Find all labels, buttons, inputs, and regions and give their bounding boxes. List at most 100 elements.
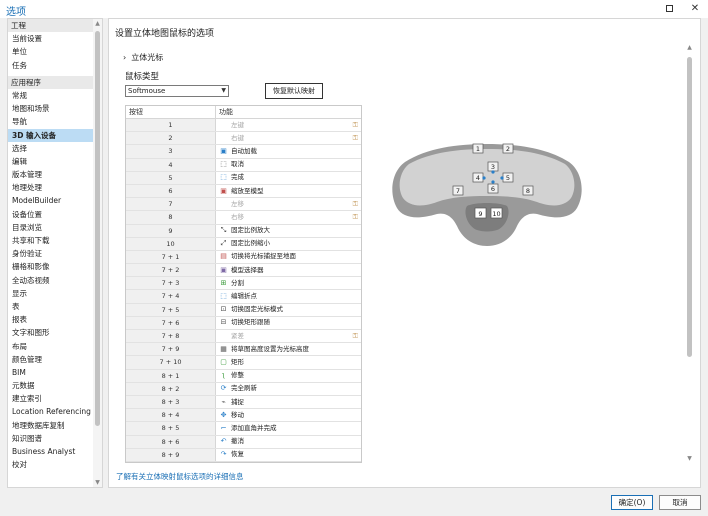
mouse-type-select[interactable]: Softmouse ▼ [125,85,229,97]
table-row[interactable]: 7 + 10 ▢ 矩形 [126,356,361,370]
table-row[interactable]: 7 + 6 ⊟ 切换矩形跟随 [126,316,361,330]
maximize-button[interactable] [662,2,676,16]
function-cell[interactable]: ✥ 移动 [216,409,361,421]
panel-scrollbar[interactable]: ▲ ▼ [685,43,694,463]
scroll-down-icon[interactable]: ▼ [685,454,694,463]
restore-default-mapping-button[interactable]: 恢复默认映射 [265,83,323,99]
table-row[interactable]: 8 + 4 ✥ 移动 [126,409,361,423]
button-cell: 1 [126,119,216,132]
function-cell[interactable]: ⤢ 固定比例缩小 [216,238,361,250]
sidebar-item[interactable]: 地图和场景 [8,102,94,115]
table-row[interactable]: 7 + 1 ▤ 切换将光标捕捉至地面 [126,250,361,265]
table-row[interactable]: 7 + 2 ▣ 模型选择器 [126,264,361,278]
function-cell[interactable]: ʅ 修整 [216,370,361,382]
function-cell[interactable]: ▦ 将草图高度设置为光标高度 [216,343,361,355]
function-cell[interactable]: ⌐ 添加直角并完成 [216,422,361,434]
table-row[interactable]: 6 ▣ 缩放至模型 [126,184,361,199]
sidebar-item[interactable]: 单位 [8,45,94,58]
sidebar-item[interactable]: 任务 [8,59,94,72]
sidebar-item[interactable]: 栅格和影像 [8,260,94,273]
function-cell[interactable]: ⬚ 编辑折点 [216,290,361,302]
sidebar-item[interactable]: 导航 [8,115,94,128]
cancel-icon: ⬚ [220,160,227,169]
sidebar-item[interactable]: 共享和下载 [8,234,94,247]
table-row[interactable]: 4 ⬚ 取消 [126,158,361,172]
function-label: 右移 [231,212,244,221]
function-cell[interactable]: ⊡ 切换固定光标模式 [216,304,361,316]
sidebar-item[interactable]: Business Analyst [8,445,94,458]
function-cell[interactable]: ▢ 矩形 [216,356,361,368]
sidebar-item[interactable]: 表 [8,300,94,313]
table-row[interactable]: 7 + 4 ⬚ 编辑折点 [126,290,361,304]
function-cell[interactable]: ⊞ 分割 [216,277,361,289]
function-cell[interactable]: ⤡ 固定比例放大 [216,225,361,237]
sidebar-item[interactable]: 文字和图形 [8,326,94,339]
help-link[interactable]: 了解有关立体映射鼠标选项的详细信息 [116,471,244,482]
sidebar-item[interactable]: 目录浏览 [8,221,94,234]
nav-scrollbar[interactable]: ▲ ▼ [93,19,102,487]
table-row[interactable]: 8 + 3 ⌁ 捕捉 [126,395,361,410]
table-row[interactable]: 7 左移 ⚿ [126,198,361,212]
function-cell[interactable]: ⌁ 捕捉 [216,396,361,408]
function-cell[interactable]: ▤ 切换将光标捕捉至地面 [216,251,361,263]
sidebar-item[interactable]: 全动态视频 [8,274,94,287]
table-row[interactable]: 7 + 8 紧差 ⚿ [126,330,361,344]
table-row[interactable]: 1 左键 ⚿ [126,119,361,133]
sidebar-item[interactable]: 建立索引 [8,392,94,405]
ok-button[interactable]: 确定(O) [611,495,653,510]
table-row[interactable]: 8 + 6 ↶ 撤消 [126,435,361,449]
sidebar-item[interactable]: 颜色管理 [8,353,94,366]
sidebar-item[interactable]: 报表 [8,313,94,326]
sidebar-item[interactable]: 编辑 [8,155,94,168]
sidebar-item[interactable]: 选择 [8,142,94,155]
function-cell[interactable]: ⬚ 完成 [216,172,361,184]
maximize-icon [665,5,673,12]
close-button[interactable]: ✕ [688,2,702,16]
table-row[interactable]: 10 ⤢ 固定比例缩小 [126,237,361,251]
table-row[interactable]: 8 + 5 ⌐ 添加直角并完成 [126,422,361,436]
cancel-button[interactable]: 取消 [659,495,701,510]
function-cell[interactable]: ▣ 模型选择器 [216,264,361,276]
panel-scroll-thumb[interactable] [687,57,692,357]
sidebar-item[interactable]: Location Referencing [8,405,94,418]
sidebar-item[interactable]: 当前设置 [8,32,94,45]
sidebar-item[interactable]: 布局 [8,340,94,353]
nav-scroll-thumb[interactable] [95,31,100,426]
sidebar-item[interactable]: 常规 [8,89,94,102]
table-row[interactable]: 5 ⬚ 完成 [126,171,361,185]
sidebar-item[interactable]: BIM [8,366,94,379]
table-row[interactable]: 7 + 5 ⊡ 切换固定光标模式 [126,303,361,317]
table-row[interactable]: 8 + 1 ʅ 修整 [126,369,361,383]
table-row[interactable]: 7 + 3 ⊞ 分割 [126,277,361,291]
function-cell[interactable]: ⬚ 取消 [216,159,361,171]
table-row[interactable]: 8 + 9 ↷ 恢复 [126,448,361,462]
function-cell[interactable]: ▣ 缩放至模型 [216,185,361,197]
sidebar-item[interactable]: 知识图谱 [8,432,94,445]
table-row[interactable]: 8 + 2 ⟳ 完全刷新 [126,382,361,396]
table-row[interactable]: 3 ▣ 自动加载 [126,145,361,159]
scroll-up-icon[interactable]: ▲ [685,43,694,52]
sidebar-item[interactable]: 身份验证 [8,247,94,260]
sidebar-item[interactable]: 地理处理 [8,181,94,194]
sidebar-item[interactable]: 设备位置 [8,208,94,221]
function-cell[interactable]: ⊟ 切换矩形跟随 [216,317,361,329]
sidebar-item[interactable]: 地理数据库复制 [8,419,94,432]
scroll-down-icon[interactable]: ▼ [93,478,102,487]
function-cell[interactable]: ↶ 撤消 [216,436,361,448]
function-cell[interactable]: ▣ 自动加载 [216,145,361,157]
sidebar-item[interactable]: 校对 [8,458,94,471]
page-title: 设置立体地图鼠标的选项 [115,29,215,39]
function-cell[interactable]: ⟳ 完全刷新 [216,383,361,395]
table-row[interactable]: 2 右键 ⚿ [126,132,361,146]
function-cell[interactable]: ↷ 恢复 [216,449,361,461]
stereo-cursor-expander[interactable]: › 立体光标 [123,52,163,63]
table-row[interactable]: 8 右移 ⚿ [126,211,361,225]
sidebar-item[interactable]: 3D 输入设备 [8,128,94,142]
scroll-up-icon[interactable]: ▲ [93,19,102,28]
table-row[interactable]: 7 + 9 ▦ 将草图高度设置为光标高度 [126,343,361,357]
sidebar-item[interactable]: 元数据 [8,379,94,392]
sidebar-item[interactable]: 版本管理 [8,168,94,181]
sidebar-item[interactable]: ModelBuilder [8,194,94,207]
sidebar-item[interactable]: 显示 [8,287,94,300]
table-row[interactable]: 9 ⤡ 固定比例放大 [126,224,361,238]
